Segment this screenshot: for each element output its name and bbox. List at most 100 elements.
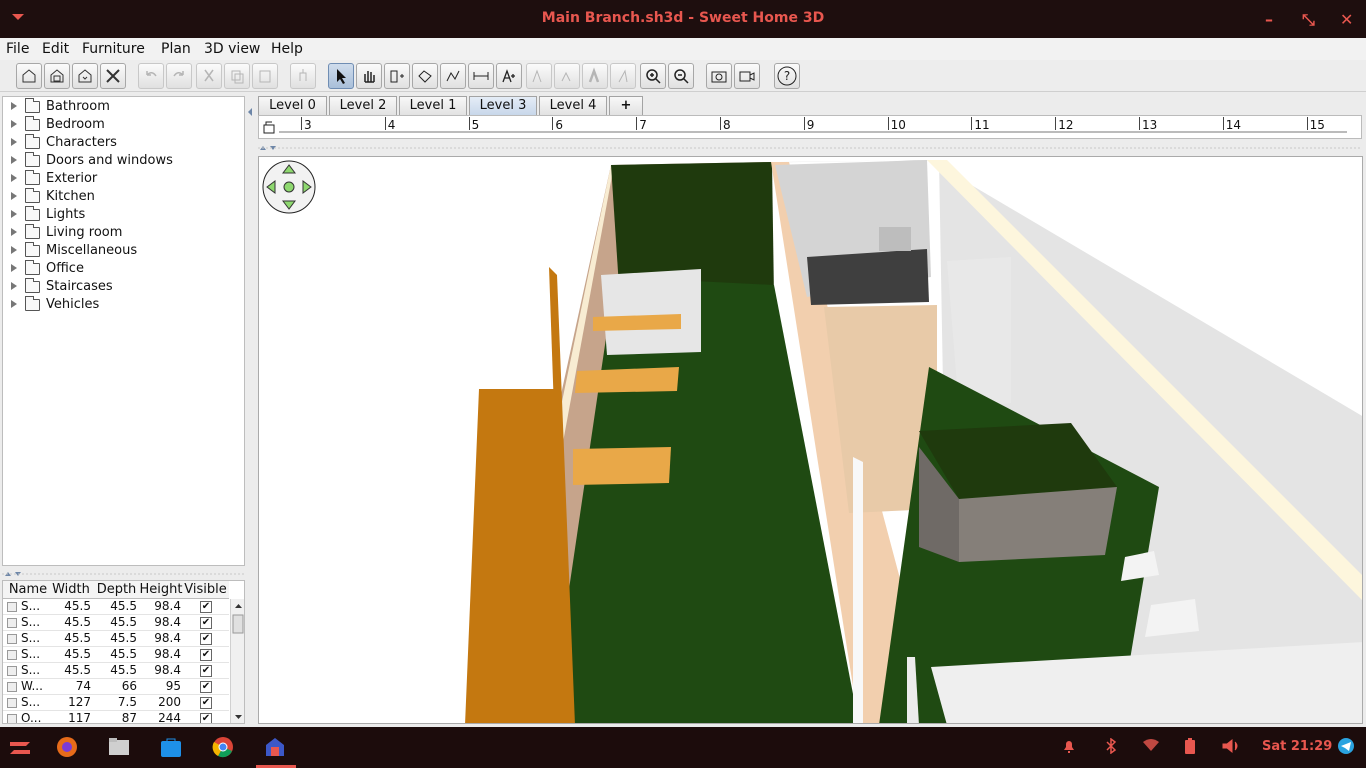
- notification-bell-icon[interactable]: [1061, 738, 1077, 754]
- table-scrollbar[interactable]: [230, 599, 244, 723]
- create-dimensions-button[interactable]: [468, 63, 494, 89]
- chrome-icon[interactable]: [212, 736, 234, 758]
- expand-icon[interactable]: [11, 300, 17, 308]
- catalog-category[interactable]: Kitchen: [3, 188, 243, 206]
- sweet-home-3d-icon[interactable]: [264, 736, 286, 758]
- bold-text-button[interactable]: [582, 63, 608, 89]
- tab-level-0[interactable]: Level 0: [258, 96, 327, 115]
- furniture-catalog-tree[interactable]: Bathroom Bedroom Characters Doors and wi…: [2, 96, 245, 566]
- paste-button[interactable]: [252, 63, 278, 89]
- catalog-category[interactable]: Staircases: [3, 278, 243, 296]
- left-pane-splitter[interactable]: [2, 567, 245, 576]
- select-mode-button[interactable]: [328, 63, 354, 89]
- catalog-category[interactable]: Bedroom: [3, 116, 243, 134]
- tab-level-4[interactable]: Level 4: [539, 96, 607, 115]
- undo-button[interactable]: [138, 63, 164, 89]
- catalog-category[interactable]: Miscellaneous: [3, 242, 243, 260]
- catalog-category[interactable]: Characters: [3, 134, 243, 152]
- column-header-width[interactable]: Width: [49, 582, 93, 597]
- add-furniture-button[interactable]: [290, 63, 316, 89]
- table-row[interactable]: S... 45.5 45.5 98.4 ✔: [3, 631, 229, 647]
- battery-icon[interactable]: [1184, 738, 1196, 754]
- tab-level-1[interactable]: Level 1: [399, 96, 467, 115]
- tab-level-2[interactable]: Level 2: [329, 96, 397, 115]
- 3d-view[interactable]: [258, 156, 1363, 724]
- bluetooth-icon[interactable]: [1104, 738, 1118, 754]
- table-row[interactable]: S... 45.5 45.5 98.4 ✔: [3, 647, 229, 663]
- expand-icon[interactable]: [11, 156, 17, 164]
- decrease-text-button[interactable]: [554, 63, 580, 89]
- catalog-category[interactable]: Living room: [3, 224, 243, 242]
- table-row[interactable]: S... 45.5 45.5 98.4 ✔: [3, 663, 229, 679]
- menu-3d-view[interactable]: 3D view: [204, 41, 260, 57]
- create-video-button[interactable]: [734, 63, 760, 89]
- visible-checkbox[interactable]: ✔: [200, 713, 212, 723]
- expand-icon[interactable]: [11, 192, 17, 200]
- expand-icon[interactable]: [11, 282, 17, 290]
- maximize-button[interactable]: ⤡: [1302, 10, 1315, 30]
- tab-level-3[interactable]: Level 3: [469, 96, 537, 115]
- help-button[interactable]: ?: [774, 63, 800, 89]
- table-row[interactable]: W... 74 66 95 ✔: [3, 679, 229, 695]
- visible-checkbox[interactable]: ✔: [200, 681, 212, 693]
- table-row[interactable]: S... 127 7.5 200 ✔: [3, 695, 229, 711]
- expand-icon[interactable]: [11, 228, 17, 236]
- expand-icon[interactable]: [11, 264, 17, 272]
- close-button[interactable]: ✕: [1340, 10, 1353, 29]
- table-row[interactable]: O... 117 87 244 ✔: [3, 711, 229, 723]
- copy-button[interactable]: [224, 63, 250, 89]
- add-text-button[interactable]: [496, 63, 522, 89]
- menu-file[interactable]: File: [6, 41, 29, 57]
- increase-text-button[interactable]: [526, 63, 552, 89]
- zoom-out-button[interactable]: [668, 63, 694, 89]
- table-row[interactable]: S... 45.5 45.5 98.4 ✔: [3, 599, 229, 615]
- lock-base-plan-icon[interactable]: [262, 119, 278, 135]
- wifi-icon[interactable]: [1142, 738, 1160, 752]
- expand-icon[interactable]: [11, 210, 17, 218]
- save-button[interactable]: [72, 63, 98, 89]
- redo-button[interactable]: [166, 63, 192, 89]
- 3d-scene[interactable]: [259, 157, 1363, 724]
- files-icon[interactable]: [108, 736, 130, 758]
- zoom-in-button[interactable]: [640, 63, 666, 89]
- add-level-button[interactable]: +: [609, 96, 643, 115]
- create-polylines-button[interactable]: [440, 63, 466, 89]
- visible-checkbox[interactable]: ✔: [200, 601, 212, 613]
- catalog-category[interactable]: Doors and windows: [3, 152, 243, 170]
- create-rooms-button[interactable]: [412, 63, 438, 89]
- open-button[interactable]: [44, 63, 70, 89]
- pan-mode-button[interactable]: [356, 63, 382, 89]
- zorin-menu-icon[interactable]: [8, 736, 30, 758]
- new-home-button[interactable]: [16, 63, 42, 89]
- column-header-height[interactable]: Height: [139, 582, 183, 597]
- minimize-button[interactable]: –: [1265, 10, 1273, 29]
- visible-checkbox[interactable]: ✔: [200, 665, 212, 677]
- table-row[interactable]: S... 45.5 45.5 98.4 ✔: [3, 615, 229, 631]
- preferences-button[interactable]: [100, 63, 126, 89]
- plan-splitter[interactable]: [258, 141, 1362, 150]
- expand-icon[interactable]: [11, 138, 17, 146]
- expand-icon[interactable]: [11, 246, 17, 254]
- software-store-icon[interactable]: [160, 736, 182, 758]
- telegram-icon[interactable]: [1338, 738, 1354, 754]
- column-header-visible[interactable]: Visible: [183, 582, 228, 597]
- create-photo-button[interactable]: [706, 63, 732, 89]
- catalog-category[interactable]: Lights: [3, 206, 243, 224]
- furniture-table[interactable]: Name Width Depth Height Visible S... 45.5…: [2, 580, 245, 724]
- visible-checkbox[interactable]: ✔: [200, 697, 212, 709]
- expand-icon[interactable]: [11, 174, 17, 182]
- expand-icon[interactable]: [11, 120, 17, 128]
- column-header-name[interactable]: Name: [8, 582, 48, 597]
- create-walls-button[interactable]: [384, 63, 410, 89]
- clock[interactable]: Sat 21:29: [1262, 739, 1332, 754]
- menu-plan[interactable]: Plan: [161, 41, 191, 57]
- visible-checkbox[interactable]: ✔: [200, 617, 212, 629]
- volume-icon[interactable]: [1222, 738, 1240, 754]
- column-header-depth[interactable]: Depth: [94, 582, 139, 597]
- firefox-icon[interactable]: [56, 736, 78, 758]
- menu-furniture[interactable]: Furniture: [82, 41, 145, 57]
- catalog-category[interactable]: Bathroom: [3, 98, 243, 116]
- main-splitter[interactable]: [246, 92, 255, 727]
- cut-button[interactable]: [196, 63, 222, 89]
- visible-checkbox[interactable]: ✔: [200, 633, 212, 645]
